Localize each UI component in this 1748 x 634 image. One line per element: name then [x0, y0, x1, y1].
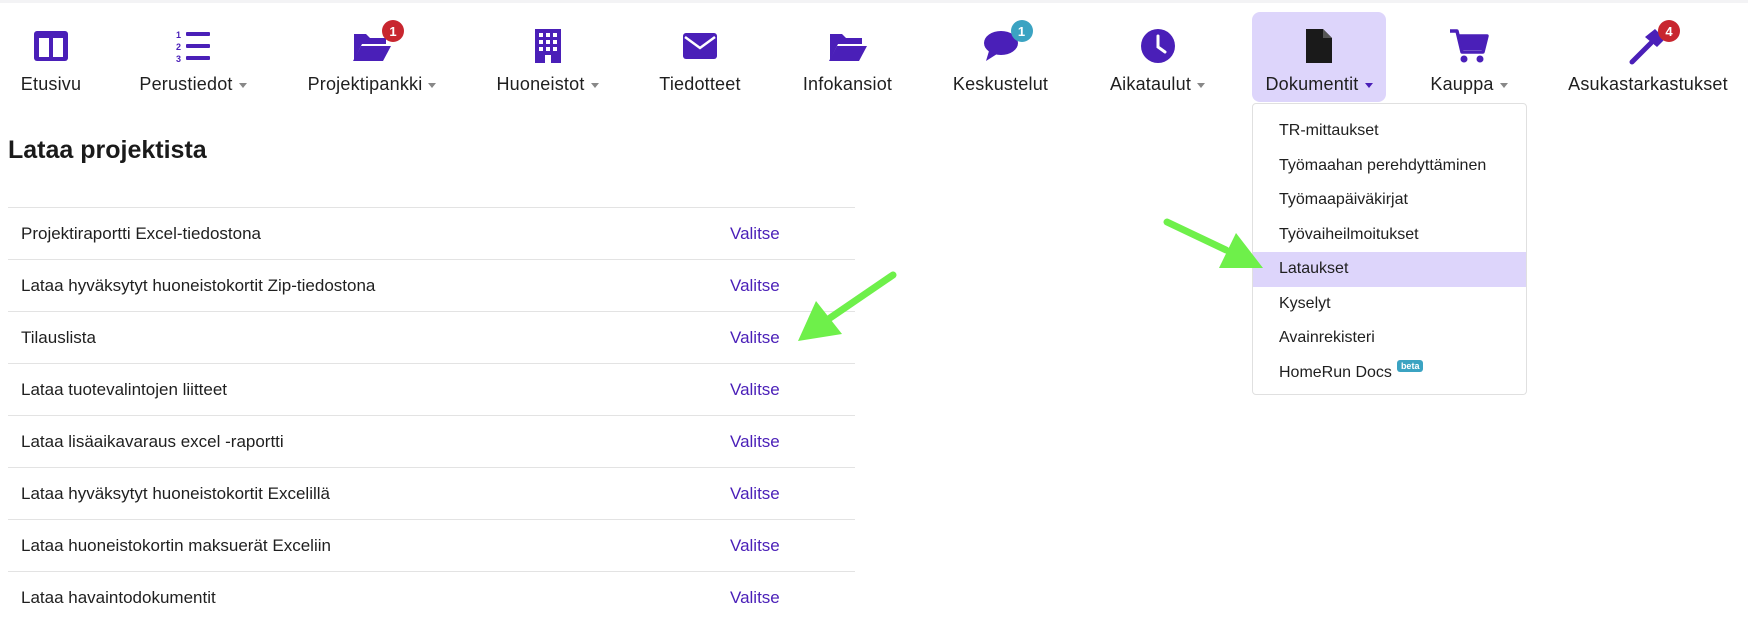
arrow-to-valitse-icon	[798, 271, 897, 341]
annotation-arrows	[798, 218, 1263, 341]
arrow-to-lataukset-icon	[1163, 218, 1263, 268]
